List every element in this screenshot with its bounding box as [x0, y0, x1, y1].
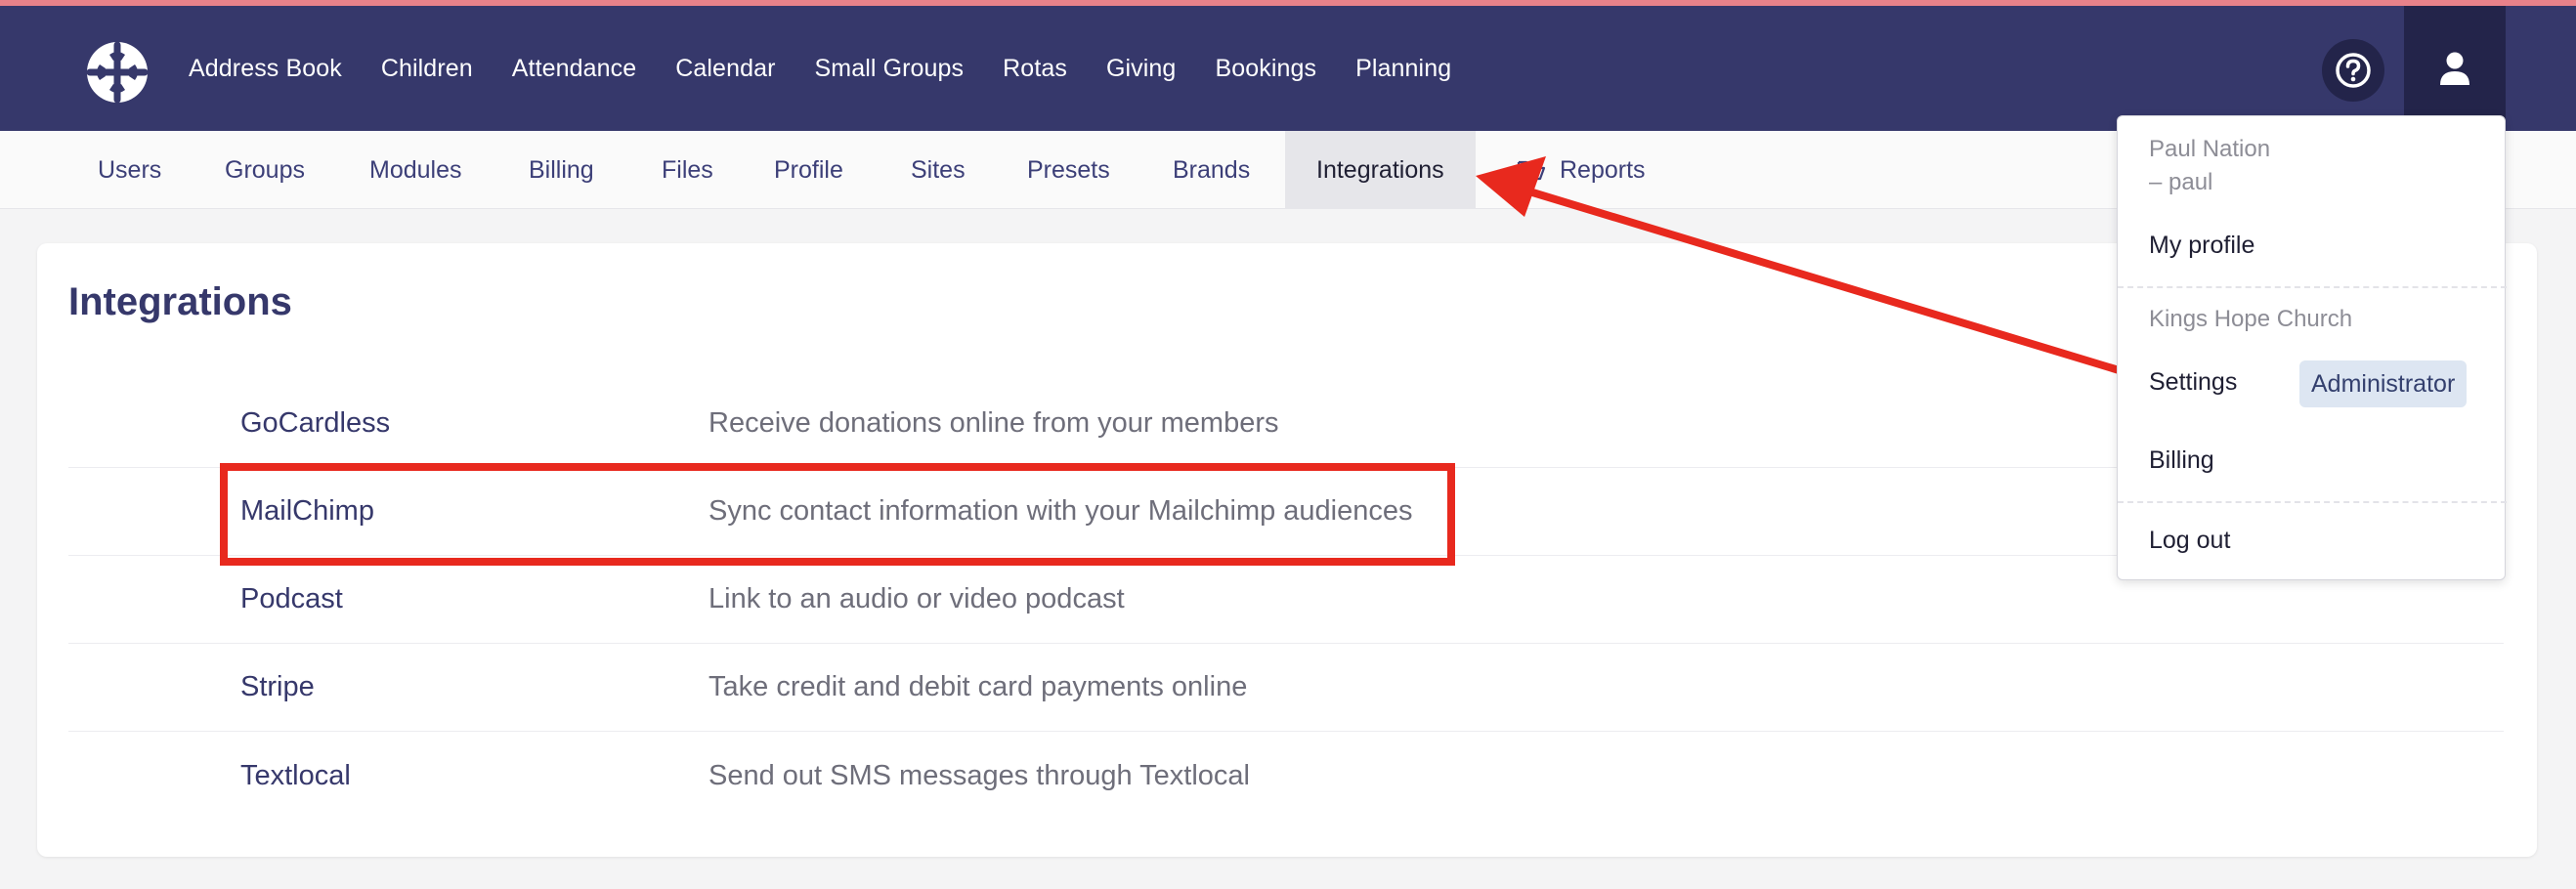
settings-link[interactable]: Settings: [2149, 368, 2237, 397]
integration-description: Link to an audio or video podcast: [708, 583, 1125, 614]
folder-open-icon: [1517, 158, 1546, 182]
tab-reports[interactable]: Reports: [1485, 131, 1677, 209]
logout-link[interactable]: Log out: [2149, 527, 2230, 555]
user-username: – paul: [2149, 169, 2213, 195]
tab-reports-label: Reports: [1560, 155, 1646, 184]
nav-item-calendar[interactable]: Calendar: [675, 55, 775, 83]
tab-files[interactable]: Files: [630, 131, 745, 209]
tab-brands[interactable]: Brands: [1141, 131, 1281, 209]
integration-description: Take credit and debit card payments onli…: [708, 671, 1248, 702]
my-profile-link[interactable]: My profile: [2149, 232, 2254, 260]
menu-divider: [2118, 286, 2507, 288]
billing-link[interactable]: Billing: [2149, 446, 2214, 475]
nav-item-giving[interactable]: Giving: [1106, 55, 1176, 83]
tab-billing[interactable]: Billing: [497, 131, 625, 209]
tab-profile[interactable]: Profile: [743, 131, 875, 209]
integration-description: Receive donations online from your membe…: [708, 407, 1279, 439]
menu-divider: [2118, 501, 2507, 503]
integration-name[interactable]: Stripe: [240, 671, 315, 703]
tab-sites[interactable]: Sites: [880, 131, 997, 209]
nav-item-small-groups[interactable]: Small Groups: [815, 55, 965, 83]
user-dropdown-menu: Paul Nation – paul My profile Kings Hope…: [2117, 115, 2507, 580]
help-button[interactable]: [2322, 39, 2384, 102]
tab-modules[interactable]: Modules: [338, 131, 494, 209]
question-circle-icon: [2336, 53, 2371, 88]
user-full-name: Paul Nation: [2149, 136, 2271, 162]
tab-integrations[interactable]: Integrations: [1285, 131, 1476, 209]
tab-presets[interactable]: Presets: [996, 131, 1141, 209]
church-logo-icon[interactable]: [84, 39, 150, 106]
organisation-name: Kings Hope Church: [2149, 306, 2353, 332]
nav-item-bookings[interactable]: Bookings: [1215, 55, 1316, 83]
main-nav: Address Book Children Attendance Calenda…: [189, 6, 1451, 131]
role-badge: Administrator: [2299, 360, 2468, 407]
nav-item-planning[interactable]: Planning: [1355, 55, 1451, 83]
nav-item-rotas[interactable]: Rotas: [1003, 55, 1067, 83]
integration-name[interactable]: Podcast: [240, 583, 343, 615]
page-title: Integrations: [68, 280, 292, 323]
integration-row-textlocal: Textlocal Send out SMS messages through …: [68, 732, 2504, 820]
integration-name[interactable]: GoCardless: [240, 407, 390, 440]
nav-item-children[interactable]: Children: [381, 55, 473, 83]
tab-groups[interactable]: Groups: [193, 131, 336, 209]
tab-users[interactable]: Users: [66, 131, 193, 209]
integration-description: Send out SMS messages through Textlocal: [708, 759, 1251, 791]
nav-item-address-book[interactable]: Address Book: [189, 55, 342, 83]
top-navigation: Address Book Children Attendance Calenda…: [0, 6, 2576, 131]
integration-row-stripe: Stripe Take credit and debit card paymen…: [68, 644, 2504, 732]
user-icon: [2440, 52, 2469, 85]
annotation-highlight-box: [220, 463, 1455, 566]
user-menu-button[interactable]: [2404, 6, 2506, 131]
nav-item-attendance[interactable]: Attendance: [512, 55, 637, 83]
integration-name[interactable]: Textlocal: [240, 760, 351, 792]
